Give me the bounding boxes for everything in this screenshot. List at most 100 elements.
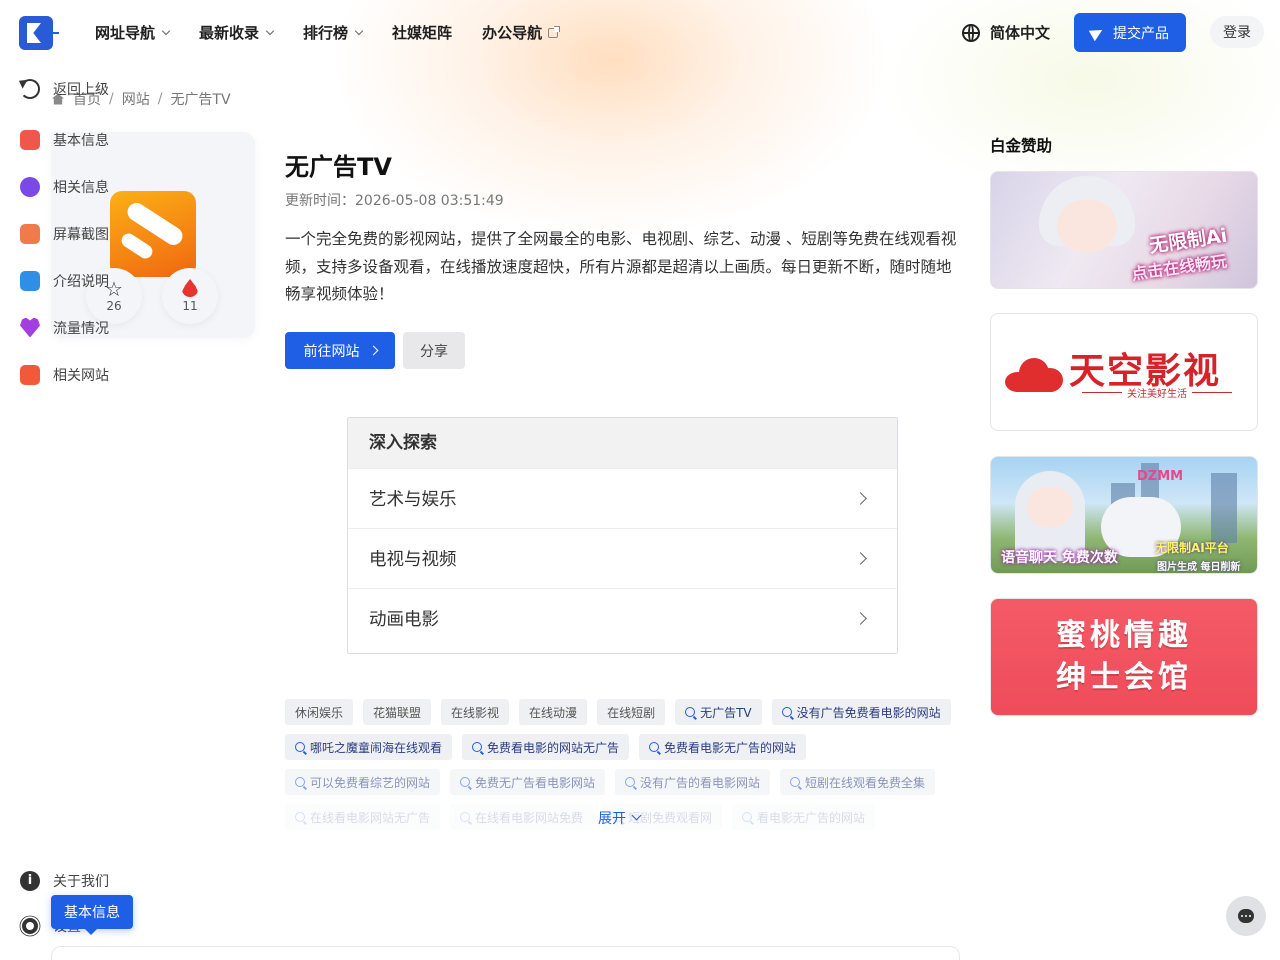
nav-item-ranking[interactable]: 排行榜: [303, 22, 364, 43]
chevron-down-icon: [631, 810, 642, 821]
sidebar-item-basic-info[interactable]: 基本信息: [20, 116, 140, 163]
nav-item-office[interactable]: 办公导航: [482, 22, 561, 43]
sidebar-item-label: 返回上级: [53, 82, 109, 98]
visit-site-button[interactable]: 前往网站: [285, 332, 395, 369]
sponsor-ad-mitao[interactable]: 蜜桃情趣 绅士会馆: [990, 598, 1258, 716]
ad-subtitle-text: 关注美好生活: [1127, 389, 1187, 400]
search-icon: [472, 742, 483, 752]
content-card: [51, 946, 960, 960]
submit-product-button[interactable]: 提交产品: [1074, 13, 1186, 52]
sidebar-item-traffic[interactable]: 流量情况: [20, 304, 140, 351]
tag-label: 免费看电影无广告的网站: [664, 740, 797, 755]
search-icon: [295, 742, 305, 752]
tag[interactable]: 休闲娱乐: [285, 699, 354, 725]
update-time: 更新时间：2026-05-08 03:51:49: [285, 193, 504, 209]
tag-label: 在线影视: [451, 705, 500, 720]
nav-item-directory[interactable]: 网址导航: [95, 22, 171, 43]
left-sidebar: 返回上级 基本信息 相关信息 屏幕截图 介绍说明 流量情况 相关网站: [20, 76, 140, 398]
tag[interactable]: 在线短剧: [597, 699, 666, 725]
document-icon: [20, 270, 40, 291]
tag-label: 休闲娱乐: [295, 705, 344, 720]
sponsor-ad-dzmm[interactable]: DZMM 语音聊天 免费次数 无限制AI平台 图片生成 每日削新: [990, 456, 1258, 574]
sidebar-back[interactable]: 返回上级: [20, 76, 140, 102]
sidebar-item-related-info[interactable]: 相关信息: [20, 163, 140, 210]
chevron-right-icon: [368, 345, 378, 356]
chat-support-button[interactable]: [1226, 896, 1266, 936]
chevron-right-icon: [854, 492, 867, 505]
explore-row[interactable]: 艺术与娱乐: [348, 468, 897, 528]
tag[interactable]: 在线影视: [441, 699, 510, 725]
tag-label: 没有广告免费看电影的网站: [796, 705, 941, 720]
site-logo[interactable]: [19, 16, 59, 50]
ad-illustration: [1057, 200, 1117, 252]
globe-icon: [962, 23, 980, 42]
explore-row[interactable]: 动画电影: [348, 588, 897, 648]
sidebar-item-about[interactable]: i 关于我们: [20, 866, 140, 896]
tag-label: 哪吒之魔童闹海在线观看: [310, 740, 443, 755]
ad-caption: 点击在线畅玩: [1130, 251, 1229, 284]
search-tag[interactable]: 免费无广告看电影网站: [450, 769, 606, 795]
expand-label: 展开: [598, 811, 626, 827]
hot-count: 11: [182, 299, 198, 313]
ad-illustration: [1027, 487, 1073, 527]
sidebar-item-screenshots[interactable]: 屏幕截图: [20, 210, 140, 257]
tag-label: 可以免费看综艺的网站: [310, 775, 431, 790]
search-tag[interactable]: 在线看电影网站无广告: [285, 804, 441, 830]
tag-row: 休闲娱乐 花猫联盟 在线影视 在线动漫 在线短剧 无广告TV 没有广告免费看电影…: [285, 699, 955, 725]
search-tag[interactable]: 没有广告免费看电影的网站: [771, 699, 951, 725]
ad-caption: 语音聊天 免费次数: [1001, 550, 1118, 566]
nav-item-latest[interactable]: 最新收录: [199, 22, 275, 43]
search-icon: [790, 777, 801, 787]
explore-row-label: 电视与视频: [369, 550, 457, 570]
search-icon: [460, 777, 471, 787]
share-button[interactable]: 分享: [403, 332, 465, 369]
sponsor-ad-ai-chat[interactable]: 无限制Ai 点击在线畅玩: [990, 171, 1258, 289]
hot-button[interactable]: 11: [162, 268, 218, 324]
submit-label: 提交产品: [1113, 25, 1169, 42]
nav-item-social[interactable]: 社媒矩阵: [392, 22, 452, 43]
explore-row-label: 动画电影: [369, 610, 439, 630]
sponsor-ad-tiankong[interactable]: 天空影视 关注美好生活: [990, 313, 1258, 431]
sidebar-item-label: 介绍说明: [53, 273, 109, 290]
tag[interactable]: 在线动漫: [519, 699, 588, 725]
search-tag[interactable]: 无广告TV: [675, 699, 762, 725]
search-tag[interactable]: 可以免费看综艺的网站: [285, 769, 441, 795]
sidebar-item-label: 流量情况: [53, 320, 109, 337]
breadcrumb-current: 无广告TV: [170, 92, 231, 108]
search-tag[interactable]: 看电影无广告的网站: [732, 804, 876, 830]
nav-label: 网址导航: [95, 24, 156, 42]
tag-label: 无广告TV: [700, 705, 752, 720]
video-icon: [20, 364, 40, 385]
search-tag[interactable]: 没有广告的看电影网站: [615, 769, 771, 795]
search-tag[interactable]: 免费看电影的网站无广告: [462, 734, 630, 760]
sponsor-title: 白金赞助: [990, 137, 1053, 155]
language-label: 简体中文: [990, 24, 1051, 42]
chevron-right-icon: [854, 612, 867, 625]
search-icon: [460, 812, 471, 822]
sidebar-item-related-sites[interactable]: 相关网站: [20, 351, 140, 398]
search-tag[interactable]: 免费看电影无广告的网站: [639, 734, 807, 760]
back-arrow-icon: [20, 79, 40, 99]
sidebar-item-introduction[interactable]: 介绍说明: [20, 257, 140, 304]
search-tag[interactable]: 短剧在线观看免费全集: [780, 769, 936, 795]
search-tag[interactable]: 在线看电影网站免费: [450, 804, 594, 830]
sidebar-item-label: 屏幕截图: [53, 226, 109, 243]
tag-label: 免费看电影的网站无广告: [487, 740, 620, 755]
explore-title: 深入探索: [348, 418, 897, 468]
search-icon: [625, 777, 636, 787]
login-button[interactable]: 登录: [1210, 16, 1264, 48]
chat-bubble-icon: [1238, 909, 1254, 923]
sidebar-item-label: 基本信息: [53, 132, 109, 149]
explore-row[interactable]: 电视与视频: [348, 528, 897, 588]
language-switcher[interactable]: 简体中文: [962, 22, 1050, 43]
search-tag[interactable]: 哪吒之魔童闹海在线观看: [285, 734, 453, 760]
external-link-icon: [548, 25, 561, 38]
compass-icon: [20, 176, 40, 197]
tag[interactable]: 花猫联盟: [363, 699, 432, 725]
expand-tags-button[interactable]: 展开: [598, 808, 642, 828]
site-description: 一个完全免费的影视网站，提供了全网最全的电影、电视剧、综艺、动漫 、短剧等免费在…: [285, 230, 957, 303]
nav-label: 排行榜: [303, 24, 349, 42]
paper-plane-icon: [1088, 24, 1106, 41]
tag-label: 免费无广告看电影网站: [475, 775, 596, 790]
search-icon: [685, 707, 696, 717]
